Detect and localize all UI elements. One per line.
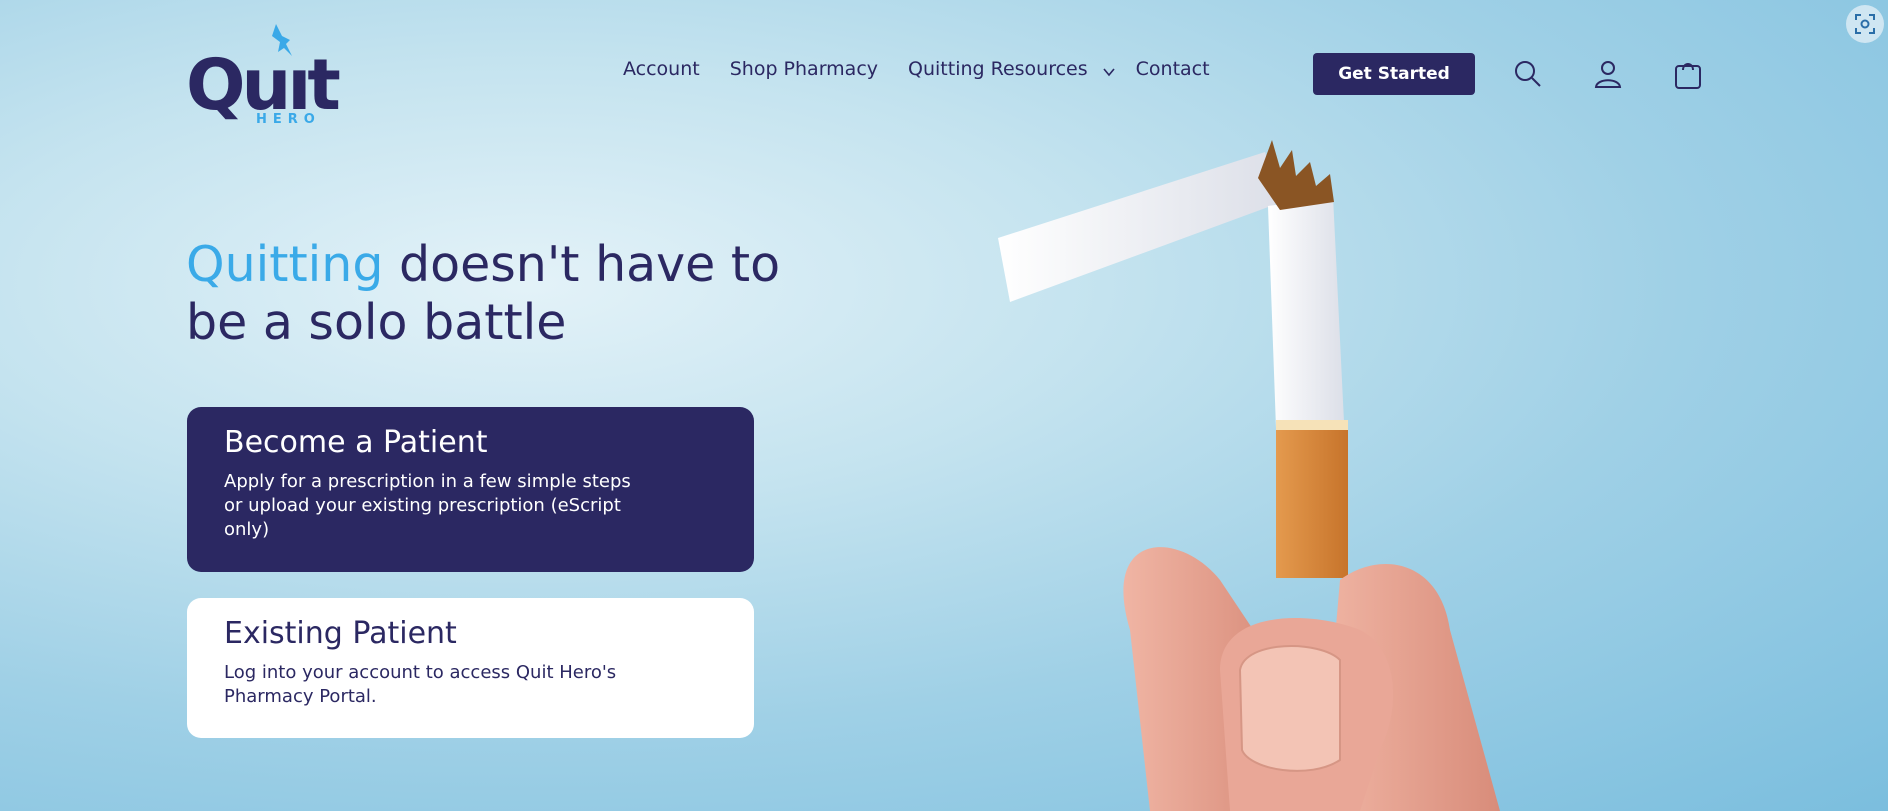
existing-patient-text: Log into your account to access Quit Her… xyxy=(224,662,617,707)
become-patient-card[interactable]: Become a Patient Apply for a prescriptio… xyxy=(187,407,754,572)
account-icon[interactable] xyxy=(1592,58,1624,90)
existing-patient-card[interactable]: Existing Patient Log into your account t… xyxy=(187,598,754,738)
become-patient-text: Apply for a prescription in a few simple… xyxy=(224,471,631,540)
nav-shop-pharmacy[interactable]: Shop Pharmacy xyxy=(730,58,878,80)
screenshot-icon xyxy=(1855,14,1875,34)
chevron-down-icon xyxy=(1103,68,1115,77)
hero-headline: Quitting doesn't have to be a solo battl… xyxy=(186,236,806,352)
quit-hero-logo[interactable]: Quıt HERO xyxy=(186,22,341,130)
logo-subtitle: HERO xyxy=(256,112,321,127)
cart-icon[interactable] xyxy=(1672,58,1704,90)
logo-wordmark: Quıt xyxy=(186,44,341,126)
nav-contact[interactable]: Contact xyxy=(1136,58,1210,80)
main-nav: Account Shop Pharmacy Quitting Resources… xyxy=(623,58,1240,80)
get-started-button[interactable]: Get Started xyxy=(1313,53,1475,95)
become-patient-title: Become a Patient xyxy=(224,425,488,460)
screenshot-button[interactable] xyxy=(1846,5,1884,43)
nav-quitting-resources[interactable]: Quitting Resources xyxy=(908,58,1116,80)
nav-account[interactable]: Account xyxy=(623,58,700,80)
search-icon[interactable] xyxy=(1512,58,1544,90)
nav-quitting-resources-label: Quitting Resources xyxy=(908,58,1088,80)
headline-accent: Quitting xyxy=(186,236,384,293)
existing-patient-title: Existing Patient xyxy=(224,616,457,651)
broken-cigarette-image xyxy=(998,140,1500,811)
page: Quıt HERO Account Shop Pharmacy Quitting… xyxy=(0,0,1888,811)
